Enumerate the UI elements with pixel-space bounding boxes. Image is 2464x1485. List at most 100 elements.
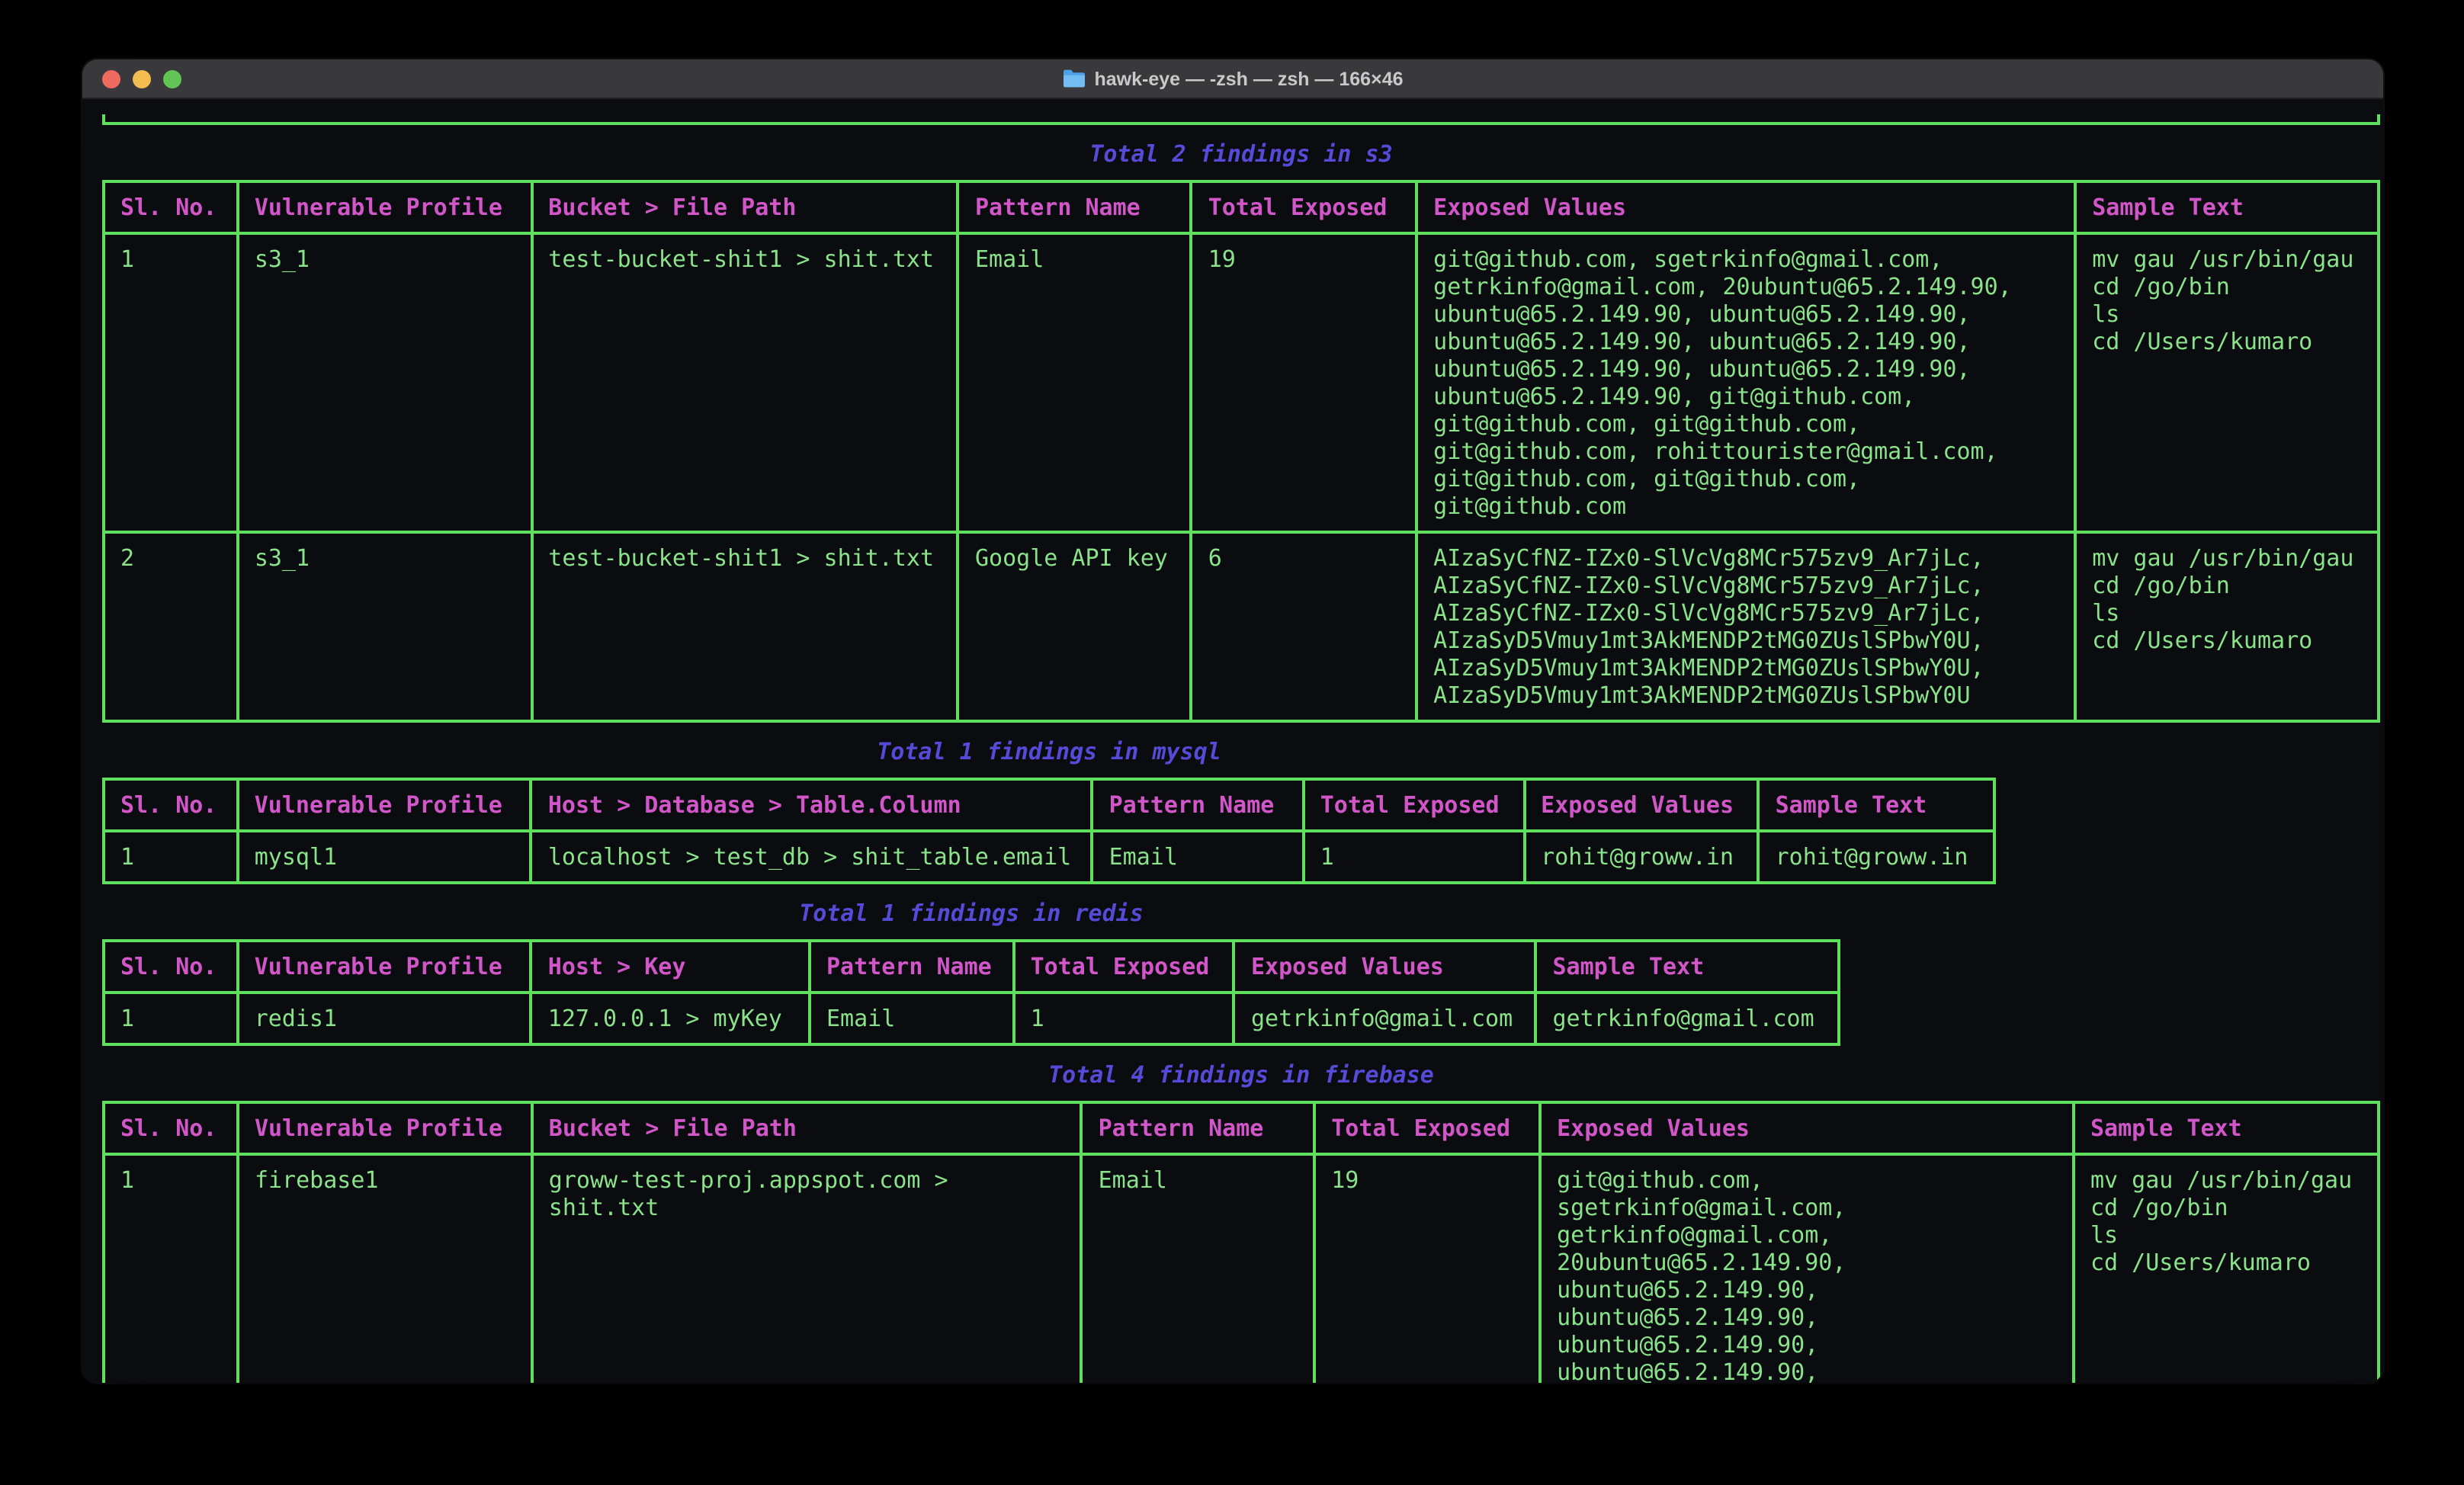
cell-line: ls bbox=[2090, 1221, 2362, 1249]
cell-line: 1 bbox=[120, 1166, 221, 1194]
table-cell: 1 bbox=[104, 993, 238, 1044]
table-cell: rohit@groww.in bbox=[1759, 831, 1994, 883]
table-cell: mv gau /usr/bin/gaucd /go/binlscd /Users… bbox=[2075, 532, 2379, 721]
cell-line: localhost > test_db > shit_table.email bbox=[548, 843, 1076, 871]
column-header: Total Exposed bbox=[1304, 779, 1524, 831]
table-cell: 6 bbox=[1192, 532, 1416, 721]
column-header: Sample Text bbox=[2075, 181, 2379, 233]
column-header: Total Exposed bbox=[1014, 941, 1234, 993]
table-cell: git@github.com, sgetrkinfo@gmail.com,get… bbox=[1416, 233, 2075, 532]
table-cell: 1 bbox=[104, 831, 238, 883]
column-header: Exposed Values bbox=[1524, 779, 1758, 831]
column-header: Exposed Values bbox=[1416, 181, 2075, 233]
cell-line: Email bbox=[1109, 843, 1287, 871]
table-cell: localhost > test_db > shit_table.email bbox=[531, 831, 1092, 883]
cell-line: s3_1 bbox=[255, 245, 515, 273]
column-header: Sample Text bbox=[1759, 779, 1994, 831]
cell-line: 1 bbox=[120, 1005, 221, 1032]
table-row: 1 s3_1 test-bucket-shit1 > shit.txt Email 19… bbox=[104, 233, 2379, 532]
cell-line: 2 bbox=[120, 544, 221, 572]
cell-line: getrkinfo@gmail.com bbox=[1553, 1005, 1823, 1032]
column-header: Host > Database > Table.Column bbox=[531, 779, 1092, 831]
column-header: Sample Text bbox=[2074, 1102, 2379, 1154]
cell-line: groww-test-proj.appspot.com > bbox=[549, 1166, 1065, 1194]
cell-line: getrkinfo@gmail.com bbox=[1251, 1005, 1519, 1032]
findings-section: Total 1 findings in mysql Sl. No.Vulnera… bbox=[102, 738, 1996, 884]
column-header: Total Exposed bbox=[1192, 181, 1416, 233]
cell-line: test-bucket-shit1 > shit.txt bbox=[548, 245, 942, 273]
cell-line: 19 bbox=[1208, 245, 1400, 273]
cell-line: ubuntu@65.2.149.90, ubuntu@65.2.149.90, bbox=[1433, 300, 2058, 328]
header-row: Sl. No.Vulnerable ProfileBucket > File P… bbox=[104, 181, 2379, 233]
cell-line: 1 bbox=[1320, 843, 1507, 871]
table-cell: 1 bbox=[104, 1154, 238, 1383]
column-header: Host > Key bbox=[531, 941, 810, 993]
header-row: Sl. No.Vulnerable ProfileHost > Database… bbox=[104, 779, 1994, 831]
cell-line: git@github.com, git@github.com, bbox=[1433, 465, 2058, 492]
table-cell: rohit@groww.in bbox=[1524, 831, 1758, 883]
table-cell: Email bbox=[958, 233, 1192, 532]
table-cell: firebase1 bbox=[238, 1154, 532, 1383]
terminal-screen[interactable]: Total 2 findings in s3 Sl. No.Vulnerable… bbox=[82, 99, 2383, 1383]
cell-line: getrkinfo@gmail.com, 20ubuntu@65.2.149.9… bbox=[1433, 273, 2058, 300]
cell-line: cd /Users/kumaro bbox=[2092, 328, 2362, 355]
cell-line: shit.txt bbox=[549, 1194, 1065, 1221]
table-row: 1redis1127.0.0.1 > myKeyEmail1getrkinfo@… bbox=[104, 993, 1839, 1044]
findings-section: Total 2 findings in s3 Sl. No.Vulnerable… bbox=[102, 140, 2380, 723]
findings-table: Sl. No.Vulnerable ProfileHost > KeyPatte… bbox=[102, 939, 1840, 1046]
column-header: Pattern Name bbox=[1092, 779, 1304, 831]
table-cell: 19 bbox=[1314, 1154, 1540, 1383]
column-header: Exposed Values bbox=[1234, 941, 1536, 993]
column-header: Total Exposed bbox=[1314, 1102, 1540, 1154]
cell-line: git@github.com, sgetrkinfo@gmail.com, bbox=[1433, 245, 2058, 273]
section-title: Total 1 findings in mysql bbox=[102, 738, 1996, 765]
cell-line: cd /Users/kumaro bbox=[2092, 627, 2362, 654]
table-cell: Google API key bbox=[958, 532, 1192, 721]
cell-line: mv gau /usr/bin/gau bbox=[2092, 544, 2362, 572]
column-header: Pattern Name bbox=[1082, 1102, 1315, 1154]
section-title: Total 1 findings in redis bbox=[102, 900, 1840, 927]
column-header: Sl. No. bbox=[104, 181, 238, 233]
findings-table: Sl. No.Vulnerable ProfileBucket > File P… bbox=[102, 1101, 2380, 1383]
cell-line: ls bbox=[2092, 300, 2362, 328]
table-cell: 2 bbox=[104, 532, 238, 721]
cell-line: AIzaSyCfNZ-IZx0-SlVcVg8MCr575zv9_Ar7jLc, bbox=[1433, 544, 2058, 572]
header-row: Sl. No.Vulnerable ProfileBucket > File P… bbox=[104, 1102, 2379, 1154]
header-row: Sl. No.Vulnerable ProfileHost > KeyPatte… bbox=[104, 941, 1839, 993]
zoom-button[interactable] bbox=[163, 70, 181, 88]
table-cell: s3_1 bbox=[238, 532, 531, 721]
cell-line: getrkinfo@gmail.com, bbox=[1557, 1221, 2057, 1249]
cell-line: mv gau /usr/bin/gau bbox=[2092, 245, 2362, 273]
table-cell: AIzaSyCfNZ-IZx0-SlVcVg8MCr575zv9_Ar7jLc,… bbox=[1416, 532, 2075, 721]
terminal-window: hawk-eye — -zsh — zsh — 166×46 Total 2 f… bbox=[82, 59, 2383, 1383]
table-row: 1 firebase1 groww-test-proj.appspot.com >s… bbox=[104, 1154, 2379, 1383]
cell-line: cd /Users/kumaro bbox=[2090, 1249, 2362, 1276]
table-cell: getrkinfo@gmail.com bbox=[1536, 993, 1840, 1044]
cell-line: 20ubuntu@65.2.149.90, bbox=[1557, 1249, 2057, 1276]
column-header: Sample Text bbox=[1536, 941, 1840, 993]
findings-sections: Total 2 findings in s3 Sl. No.Vulnerable… bbox=[102, 140, 2374, 1383]
window-titlebar[interactable]: hawk-eye — -zsh — zsh — 166×46 bbox=[82, 59, 2383, 99]
cell-line: AIzaSyD5Vmuy1mt3AkMENDP2tMG0ZUslSPbwY0U, bbox=[1433, 627, 2058, 654]
section-title: Total 2 findings in s3 bbox=[102, 140, 2380, 168]
column-header: Pattern Name bbox=[810, 941, 1014, 993]
column-header: Exposed Values bbox=[1540, 1102, 2074, 1154]
cell-line: cd /go/bin bbox=[2092, 572, 2362, 599]
section-title: Total 4 findings in firebase bbox=[102, 1061, 2380, 1089]
column-header: Vulnerable Profile bbox=[238, 779, 531, 831]
cell-line: 1 bbox=[120, 245, 221, 273]
folder-icon bbox=[1062, 69, 1085, 88]
cell-line: Email bbox=[1099, 1166, 1298, 1194]
cell-line: AIzaSyCfNZ-IZx0-SlVcVg8MCr575zv9_Ar7jLc, bbox=[1433, 572, 2058, 599]
window-controls bbox=[102, 70, 181, 88]
cell-line: git@github.com, rohittourister@gmail.com… bbox=[1433, 438, 2058, 465]
cell-line: cd /go/bin bbox=[2092, 273, 2362, 300]
cell-line: git@github.com, bbox=[1557, 1166, 2057, 1194]
table-row: 2s3_1test-bucket-shit1 > shit.txtGoogle … bbox=[104, 532, 2379, 721]
cell-line: mv gau /usr/bin/gau bbox=[2090, 1166, 2362, 1194]
table-cell: s3_1 bbox=[238, 233, 531, 532]
close-button[interactable] bbox=[102, 70, 120, 88]
minimize-button[interactable] bbox=[133, 70, 151, 88]
findings-table: Sl. No.Vulnerable ProfileBucket > File P… bbox=[102, 180, 2380, 723]
table-cell: 1 bbox=[1304, 831, 1524, 883]
